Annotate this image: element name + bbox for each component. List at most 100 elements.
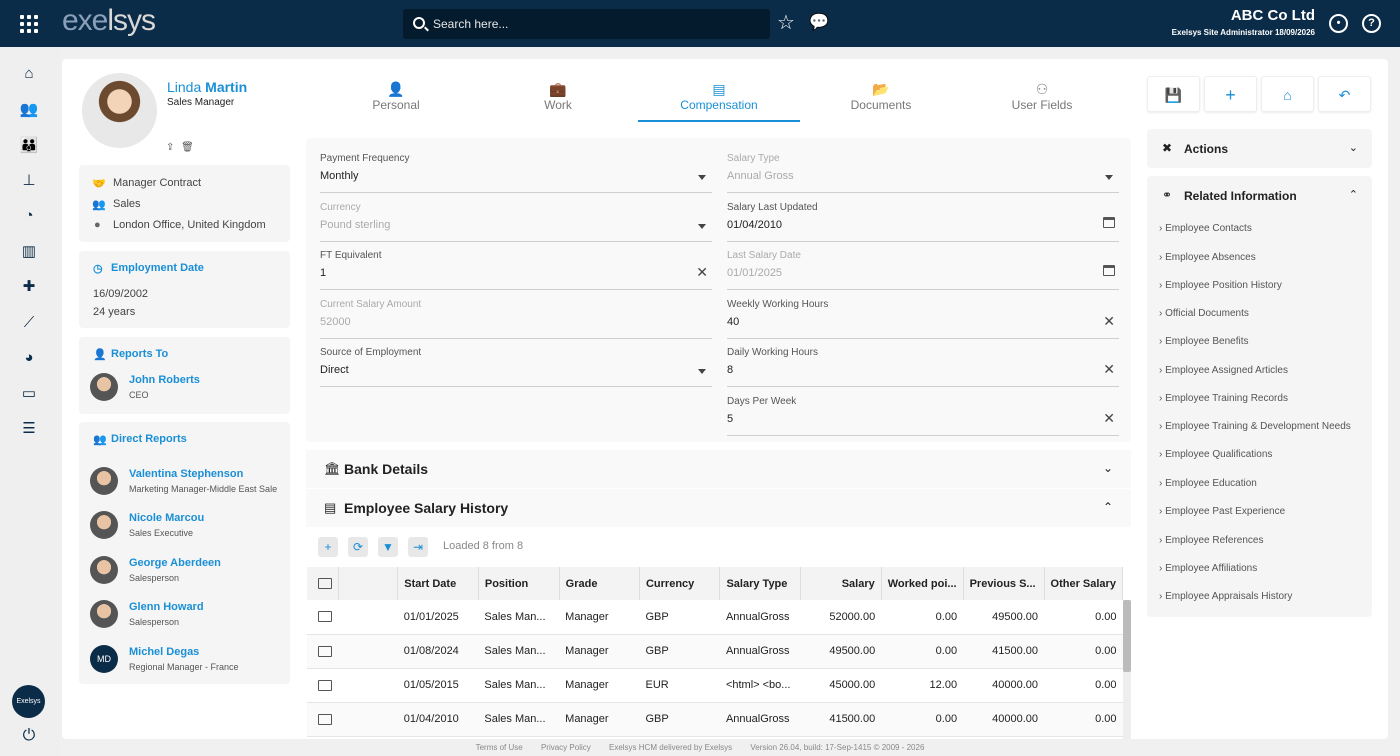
user-time-icon[interactable]: ◔ <box>19 206 39 226</box>
privacy-link[interactable]: Privacy Policy <box>541 743 591 752</box>
column-header[interactable]: Currency <box>639 567 721 600</box>
exelsys-logo[interactable]: exelsys <box>62 4 156 38</box>
tab-documents[interactable]: 📂 Documents <box>800 80 962 122</box>
related-link[interactable]: › Employee Training Records <box>1159 393 1288 404</box>
related-link[interactable]: › Employee Position History <box>1159 280 1282 291</box>
table-row[interactable]: 01/01/2025 Sales Man... Manager GBP Annu… <box>307 600 1123 635</box>
clear-icon[interactable]: ✕ <box>696 264 708 281</box>
table-row[interactable]: 01/05/2015 Sales Man... Manager EUR <htm… <box>307 668 1123 703</box>
search-input[interactable] <box>433 9 763 39</box>
column-header[interactable]: Previous S... <box>963 567 1045 600</box>
save-icon[interactable]: 💾 <box>1147 76 1200 112</box>
field-value[interactable]: 1 <box>320 267 326 279</box>
days-per-week-field[interactable]: Days Per Week 5 ✕ <box>727 396 1119 436</box>
column-header[interactable]: Position <box>478 567 560 600</box>
column-header[interactable]: Start Date <box>397 567 479 600</box>
tab-compensation[interactable]: ▤ Compensation <box>638 80 800 122</box>
tab-work[interactable]: 💼 Work <box>477 80 639 122</box>
direct-report-name[interactable]: Nicole Marcou <box>129 512 204 524</box>
line-chart-icon[interactable]: ⟋ <box>19 313 39 333</box>
source-of-employment-select[interactable]: Source of Employment Direct <box>320 347 712 387</box>
direct-report-name[interactable]: George Aberdeen <box>129 557 221 569</box>
related-link[interactable]: › Employee Contacts <box>1159 223 1252 234</box>
scrollbar-thumb[interactable] <box>1123 600 1131 672</box>
help-icon[interactable]: ? <box>1362 14 1381 33</box>
add-user-icon[interactable]: ✚ <box>19 277 39 297</box>
direct-report-name[interactable]: Glenn Howard <box>129 601 204 613</box>
direct-report-entry[interactable]: George Aberdeen Salesperson <box>90 556 290 596</box>
table-row[interactable]: 01/08/2024 Sales Man... Manager GBP Annu… <box>307 634 1123 669</box>
field-value[interactable]: 01/04/2010 <box>727 219 782 231</box>
add-icon[interactable]: + <box>1204 76 1257 112</box>
favorites-star-icon[interactable]: ☆ <box>775 12 797 34</box>
teams-icon[interactable]: 👪 <box>19 136 39 156</box>
salary-history-section[interactable]: ▤ Employee Salary History ⌃ <box>306 489 1131 527</box>
upload-icon[interactable]: ⇪ <box>166 142 174 153</box>
direct-report-entry[interactable]: Glenn Howard Salesperson <box>90 600 290 640</box>
bank-icon[interactable]: ▥ <box>19 242 39 262</box>
column-header[interactable]: Salary <box>800 567 882 600</box>
ft-equivalent-field[interactable]: FT Equivalent 1 ✕ <box>320 250 712 290</box>
chevron-up-icon[interactable]: ⌃ <box>1103 500 1113 514</box>
tab-personal[interactable]: 👤 Personal <box>315 80 477 122</box>
weekly-working-hours-field[interactable]: Weekly Working Hours 40 ✕ <box>727 299 1119 339</box>
chevron-down-icon[interactable]: ⌄ <box>1349 141 1358 154</box>
org-chart-icon[interactable]: ⊥ <box>19 171 39 191</box>
export-icon[interactable]: ⇥ <box>408 537 428 557</box>
table-row[interactable]: 01/04/2010 Sales Man... Manager GBP Annu… <box>307 702 1123 737</box>
row-checkbox[interactable] <box>307 634 339 669</box>
actions-panel[interactable]: ✖ Actions ⌄ <box>1147 129 1372 168</box>
related-link[interactable]: › Employee Education <box>1159 478 1257 489</box>
column-header[interactable]: Worked poi... <box>881 567 964 600</box>
manager-entry[interactable]: John Roberts CEO <box>90 373 290 413</box>
direct-report-entry[interactable]: Valentina Stephenson Marketing Manager-M… <box>90 467 290 507</box>
chevron-down-icon[interactable]: ⌄ <box>1103 461 1113 475</box>
clear-icon[interactable]: ✕ <box>1103 410 1115 427</box>
home-icon[interactable]: ⌂ <box>19 64 39 84</box>
daily-working-hours-field[interactable]: Daily Working Hours 8 ✕ <box>727 347 1119 387</box>
related-link[interactable]: › Employee Training & Development Needs <box>1159 421 1351 432</box>
reports-list-icon[interactable]: ☰ <box>19 419 39 439</box>
related-link[interactable]: › Employee Affiliations <box>1159 563 1257 574</box>
calendar-icon[interactable] <box>1103 217 1115 228</box>
chevron-up-icon[interactable]: ⌃ <box>1349 188 1358 201</box>
related-link[interactable]: › Employee Absences <box>1159 252 1256 263</box>
employees-icon[interactable]: 👥 <box>19 100 39 120</box>
direct-report-entry[interactable]: Nicole Marcou Sales Executive <box>90 511 290 551</box>
clear-icon[interactable]: ✕ <box>1103 313 1115 330</box>
field-value[interactable]: 5 <box>727 413 733 425</box>
table-scrollbar[interactable] <box>1123 600 1131 739</box>
select-all-checkbox[interactable] <box>307 567 340 600</box>
direct-report-name[interactable]: Michel Degas <box>129 646 199 658</box>
related-link[interactable]: › Employee References <box>1159 535 1264 546</box>
direct-report-entry[interactable]: MD Michel Degas Regional Manager - Franc… <box>90 645 290 685</box>
related-link[interactable]: › Employee Appraisals History <box>1159 591 1292 602</box>
dropdown-arrow-icon[interactable] <box>698 175 706 180</box>
related-link[interactable]: › Official Documents <box>1159 308 1249 319</box>
tab-user-fields[interactable]: ⚇ User Fields <box>961 80 1123 122</box>
undo-icon[interactable]: ↶ <box>1318 76 1371 112</box>
column-header[interactable]: Other Salary <box>1044 567 1124 600</box>
related-link[interactable]: › Employee Benefits <box>1159 336 1249 347</box>
salary-last-updated-field[interactable]: Salary Last Updated 01/04/2010 <box>727 202 1119 242</box>
column-header[interactable]: Grade <box>559 567 640 600</box>
row-checkbox[interactable] <box>307 668 339 703</box>
manager-name[interactable]: John Roberts <box>129 374 200 386</box>
dropdown-arrow-icon[interactable] <box>698 369 706 374</box>
row-checkbox[interactable] <box>307 702 339 737</box>
bank-details-section[interactable]: 🏛 Bank Details ⌄ <box>306 450 1131 488</box>
user-account-icon[interactable]: • <box>1329 14 1348 33</box>
profile-photo[interactable] <box>82 73 157 148</box>
row-checkbox[interactable] <box>307 600 339 635</box>
home-icon[interactable]: ⌂ <box>1261 76 1314 112</box>
field-value[interactable]: 8 <box>727 364 733 376</box>
refresh-icon[interactable]: ⟳ <box>348 537 368 557</box>
payment-frequency-select[interactable]: Payment Frequency Monthly <box>320 153 712 193</box>
clear-icon[interactable]: ✕ <box>1103 361 1115 378</box>
chat-icon[interactable]: 💬 <box>808 12 830 34</box>
column-header[interactable]: Salary Type <box>719 567 802 600</box>
filter-icon[interactable]: ▼ <box>378 537 398 557</box>
related-link[interactable]: › Employee Assigned Articles <box>1159 365 1288 376</box>
trash-icon[interactable]: 🗑 <box>181 142 194 153</box>
related-link[interactable]: › Employee Qualifications <box>1159 449 1272 460</box>
